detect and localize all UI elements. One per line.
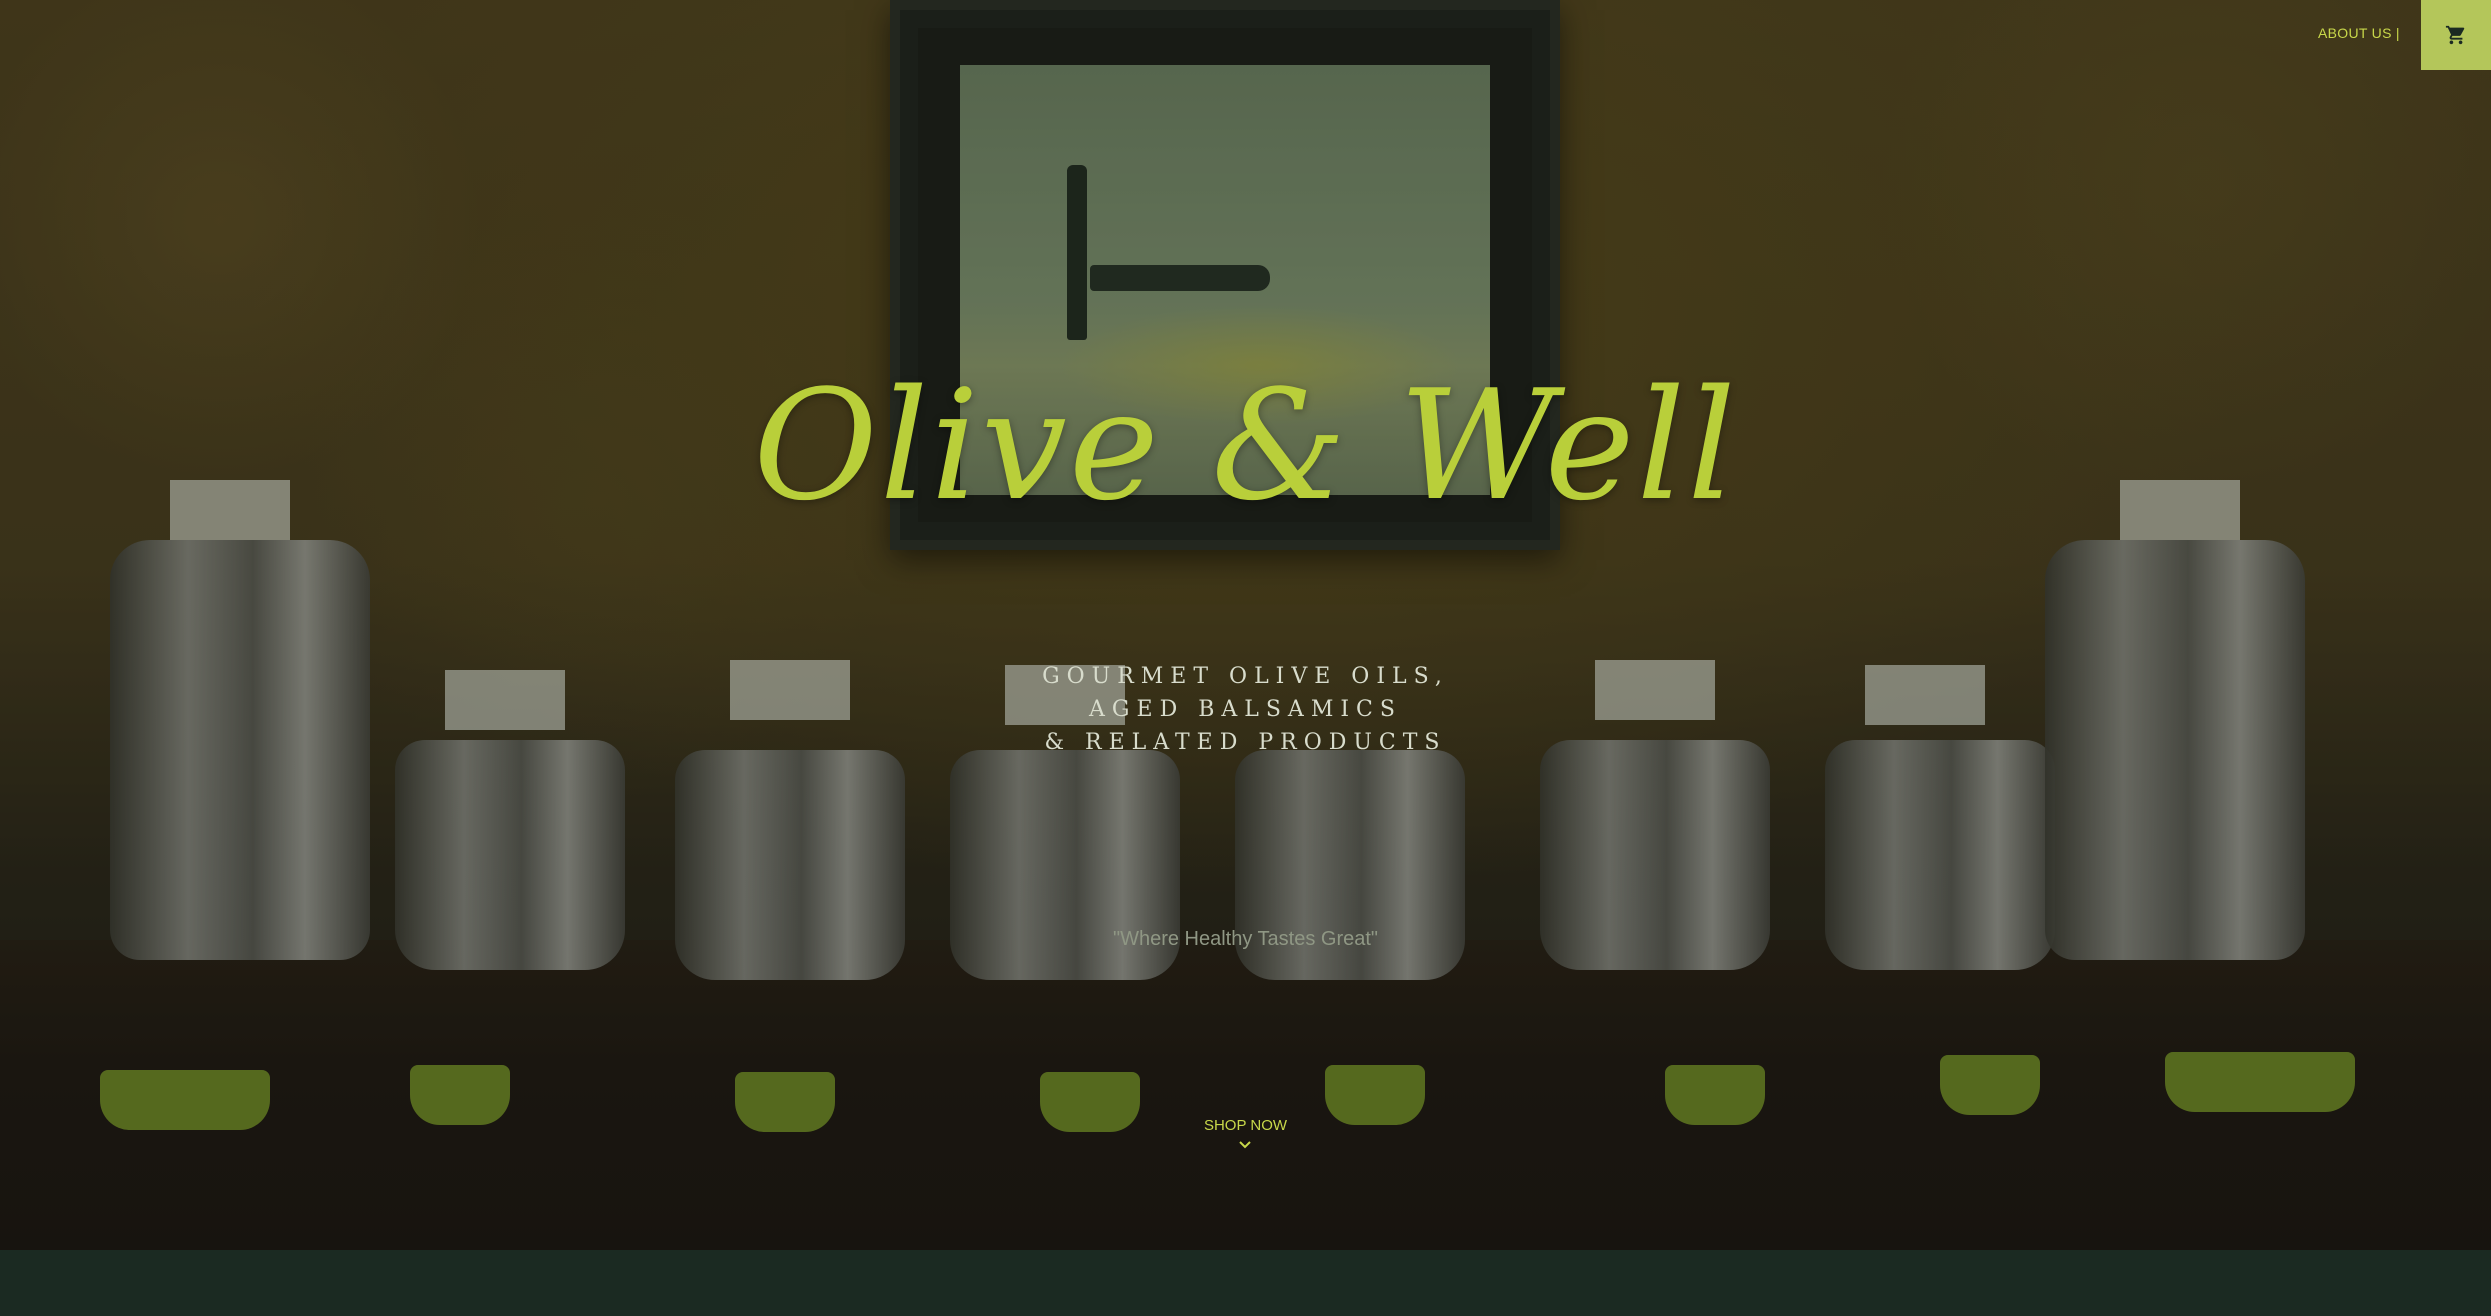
cart-icon [2445,25,2465,45]
shop-now-label: SHOP NOW [1203,1117,1288,1134]
brand-logo: Olive & Well [753,357,1738,534]
cart-button[interactable] [2421,0,2491,70]
hero-dim-overlay [0,0,2491,1250]
hero-tagline: GOURMET OLIVE OILS, AGED BALSAMICS & REL… [0,660,2491,759]
hero-motto: "Where Healthy Tastes Great" [1112,928,1379,950]
tagline-line-2: AGED BALSAMICS [1089,697,1402,722]
tagline-line-1: GOURMET OLIVE OILS, [1042,664,1449,689]
footer-bar [0,1250,2491,1316]
hero-background [0,0,2491,1250]
chevron-down-icon[interactable] [1238,1138,1252,1152]
nav-about-us-link[interactable]: ABOUT US | [2318,25,2400,41]
shop-now-button[interactable]: SHOP NOW [0,1117,2491,1134]
tagline-line-3: & RELATED PRODUCTS [1044,730,1447,755]
